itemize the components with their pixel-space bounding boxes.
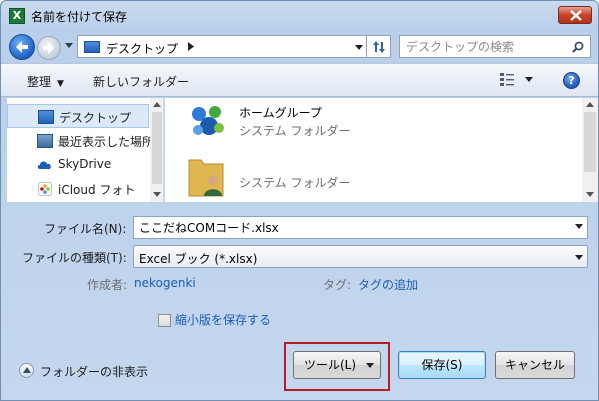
dialog-title: 名前を付けて保存 [31,10,128,24]
nav-item-label: iCloud フォト [58,183,136,197]
author-label: 作成者: [87,278,128,292]
navigation-bar: デスクトップ [1,31,598,61]
author-value[interactable]: nekogenki [134,276,196,290]
file-list: ホームグループ システム フォルダー システム フォルダー [165,98,598,202]
chevron-down-icon: ▼ [57,79,64,89]
nav-item-label: SkyDrive [58,157,112,171]
file-type-select[interactable]: Excel ブック (*.xlsx) [133,245,588,268]
user-folder-icon [188,159,224,197]
file-type-value: Excel ブック (*.xlsx) [139,252,258,266]
search-icon[interactable] [572,41,584,53]
address-bar[interactable]: デスクトップ [77,35,367,58]
search-box[interactable] [399,35,591,58]
hide-folders-label: フォルダーの非表示 [40,365,149,379]
nav-item-icloud-photos[interactable]: iCloud フォト [7,177,149,201]
scroll-down-icon[interactable] [586,192,594,197]
desktop-icon [84,41,100,53]
change-view-icon[interactable] [499,72,515,87]
icloud-photos-icon [38,182,52,196]
save-button[interactable]: 保存(S) [398,351,486,379]
nav-item-recent-places[interactable]: 最近表示した場所 [7,129,154,153]
file-list-scrollbar[interactable] [582,98,598,202]
back-button[interactable] [9,34,35,60]
navigation-pane: デスクトップ 最近表示した場所 SkyDrive iCloud フォト [7,98,164,202]
cancel-button[interactable]: キャンセル [495,351,575,379]
nav-item-label: 最近表示した場所 [58,135,155,149]
save-thumbnail-checkbox[interactable] [158,314,171,327]
scroll-up-icon[interactable] [153,102,161,107]
skydrive-icon [37,161,51,169]
new-folder-button[interactable]: 新しいフォルダー [93,73,189,90]
file-type-label: ファイルの種類(T): [22,251,127,265]
address-location[interactable]: デスクトップ [106,40,178,57]
save-options-form: ファイル名(N): ファイルの種類(T): Excel ブック (*.xlsx)… [1,203,598,401]
chevron-down-icon [575,255,583,260]
nav-pane-scrollbar[interactable] [150,98,163,202]
desktop-icon [38,110,54,124]
nav-item-label: デスクトップ [59,111,132,125]
save-thumbnail-label[interactable]: 縮小版を保存する [175,311,271,328]
breadcrumb-chevron-icon[interactable] [188,42,194,51]
title-bar: X 名前を付けて保存 [1,1,598,31]
scroll-down-icon[interactable] [153,192,161,197]
save-as-dialog: X 名前を付けて保存 デスクトップ デスクトップの検索 整理 ▼ 新しいフォルダ… [0,0,599,401]
command-toolbar: 整理 ▼ 新しいフォルダー ? [1,63,598,97]
chevron-down-icon [366,363,374,368]
organize-button[interactable]: 整理 ▼ [27,73,64,90]
tools-button[interactable]: ツール(L) [293,351,381,379]
scroll-thumb[interactable] [584,112,596,172]
tools-label: ツール(L) [304,358,357,372]
back-arrow-icon [16,41,28,53]
list-item-user-folder[interactable]: システム フォルダー [185,152,575,202]
homegroup-icon [192,106,224,135]
file-name-label: ファイル名(N): [44,222,127,236]
scroll-up-icon[interactable] [586,102,594,107]
view-options-dropdown-icon[interactable] [525,77,533,82]
file-name: ホームグループ [239,106,322,120]
add-tags-link[interactable]: タグの追加 [358,276,418,293]
organize-label: 整理 [27,75,52,89]
nav-item-desktop[interactable]: デスクトップ [7,104,149,128]
scroll-thumb[interactable] [152,112,162,184]
nav-item-skydrive[interactable]: SkyDrive [7,153,149,177]
file-type: システム フォルダー [239,176,351,190]
file-type: システム フォルダー [239,124,351,138]
list-item-homegroup[interactable]: ホームグループ システム フォルダー [185,100,575,150]
address-dropdown-icon[interactable] [355,45,363,50]
close-button[interactable] [558,6,592,24]
chevron-up-icon [23,367,31,373]
close-icon [570,10,582,21]
search-input[interactable] [406,37,566,57]
refresh-icon [373,41,385,53]
recent-places-icon [37,134,53,148]
refresh-button[interactable] [367,35,391,58]
file-name-field[interactable] [133,216,588,239]
forward-button[interactable] [37,36,61,60]
hide-folders-circle [19,363,34,378]
tags-label: タグ: [323,278,352,292]
help-button[interactable]: ? [563,72,580,89]
forward-arrow-icon [43,42,54,54]
file-name-dropdown-icon[interactable] [575,224,583,229]
recent-locations-dropdown-icon[interactable] [65,43,73,48]
excel-icon: X [9,8,25,24]
